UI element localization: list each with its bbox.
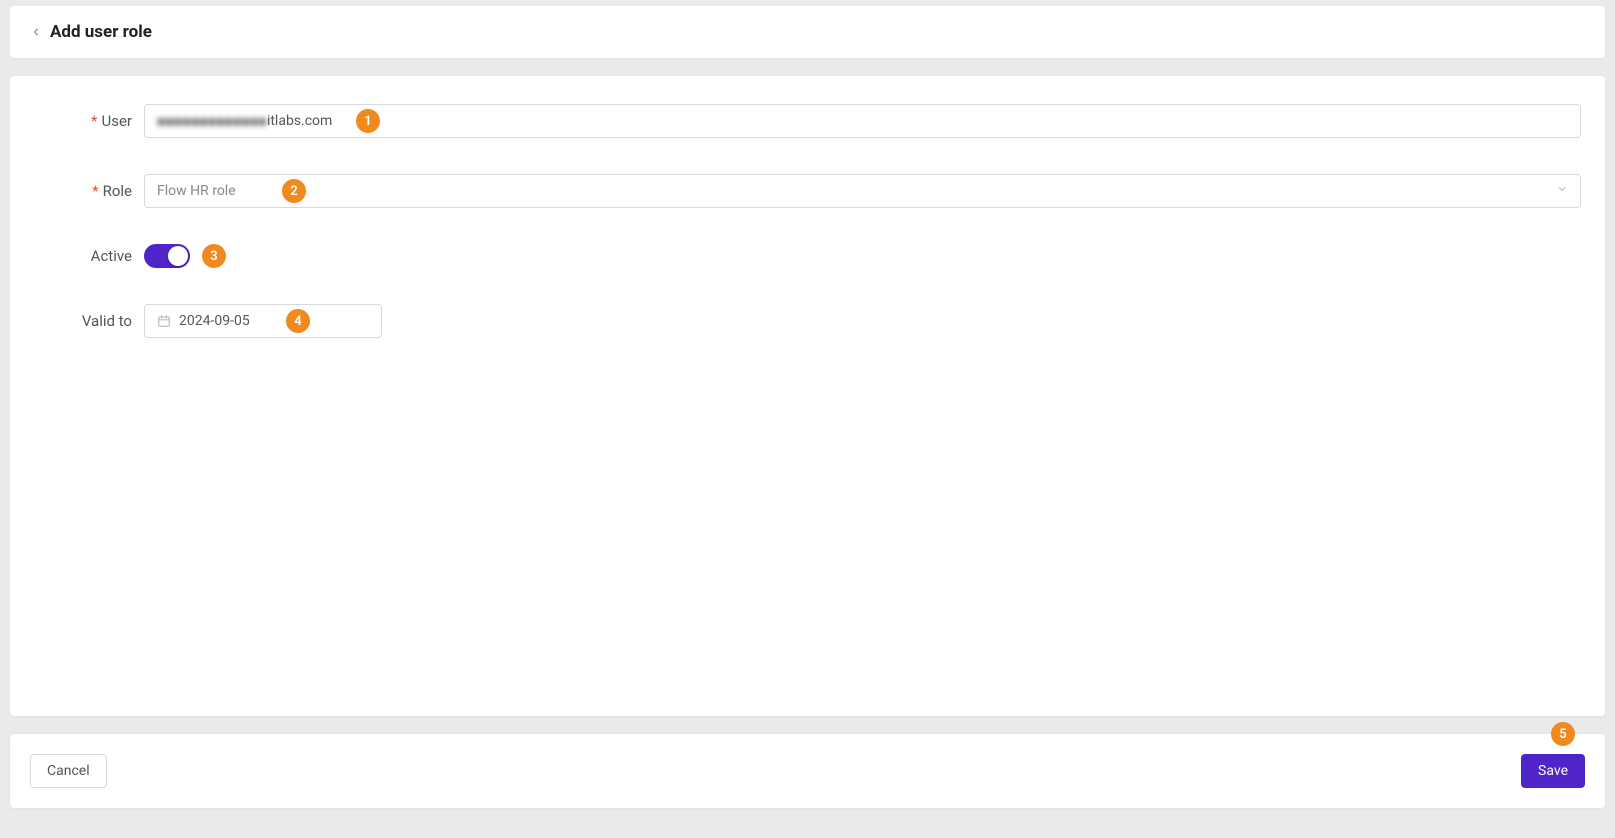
user-suffix: itlabs.com xyxy=(267,113,332,129)
user-masked-value: ■■■■■■■■■■■■■ xyxy=(157,113,267,130)
back-icon[interactable] xyxy=(30,26,42,38)
form-row-active: Active 3 xyxy=(34,244,1581,268)
footer-bar: Cancel 5 Save xyxy=(10,734,1605,808)
role-placeholder: Flow HR role xyxy=(157,183,236,199)
role-select[interactable]: Flow HR role xyxy=(144,174,1581,208)
form-row-user: *User ■■■■■■■■■■■■■itlabs.com 1 xyxy=(34,104,1581,138)
role-label-text: Role xyxy=(103,182,132,200)
active-label-text: Active xyxy=(91,247,132,265)
active-label: Active xyxy=(34,247,144,265)
annotation-marker-5: 5 xyxy=(1551,722,1575,746)
required-asterisk-icon: * xyxy=(92,182,98,200)
toggle-knob xyxy=(168,246,188,266)
valid-to-label-text: Valid to xyxy=(82,312,132,330)
annotation-marker-2: 2 xyxy=(282,179,306,203)
annotation-marker-4: 4 xyxy=(286,309,310,333)
page-title: Add user role xyxy=(50,22,152,42)
form-row-role: * Role Flow HR role 2 xyxy=(34,174,1581,208)
valid-to-label: Valid to xyxy=(34,312,144,330)
form-card: *User ■■■■■■■■■■■■■itlabs.com 1 *Role Fl… xyxy=(10,76,1605,716)
annotation-marker-1: 1 xyxy=(356,109,380,133)
user-label: *User xyxy=(34,112,144,130)
required-asterisk-icon: * xyxy=(91,112,97,130)
role-label: * Role xyxy=(34,182,144,200)
form-row-valid-to: Valid to 2024-09-05 4 xyxy=(34,304,1581,338)
valid-to-datepicker[interactable]: 2024-09-05 xyxy=(144,304,382,338)
active-toggle[interactable] xyxy=(144,244,190,268)
save-button[interactable]: Save xyxy=(1521,754,1585,788)
valid-to-value: 2024-09-05 xyxy=(179,313,250,329)
calendar-icon xyxy=(157,314,171,328)
page-header: Add user role xyxy=(10,6,1605,58)
annotation-marker-3: 3 xyxy=(202,244,226,268)
user-label-text: User xyxy=(101,112,132,130)
cancel-button[interactable]: Cancel xyxy=(30,754,107,788)
chevron-down-icon xyxy=(1556,183,1568,199)
